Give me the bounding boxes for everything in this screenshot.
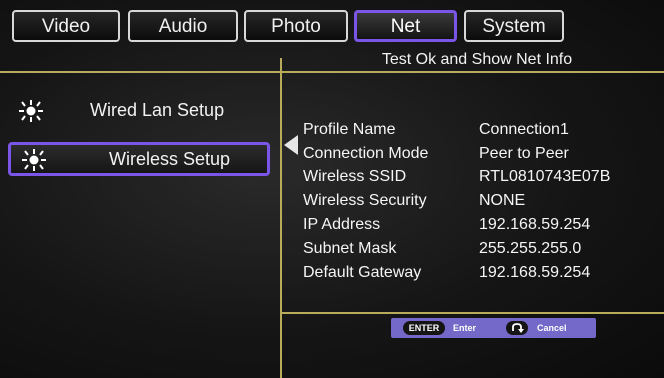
table-row: Subnet Mask 255.255.255.0 bbox=[303, 237, 610, 261]
net-info-table: Profile Name Connection1 Connection Mode… bbox=[303, 118, 610, 285]
top-divider bbox=[0, 71, 664, 73]
menu-item-label: Wired Lan Setup bbox=[90, 100, 225, 120]
table-row: Wireless SSID RTL0810743E07B bbox=[303, 166, 610, 190]
cancel-label: Cancel bbox=[537, 323, 567, 333]
tab-net[interactable]: Net bbox=[354, 10, 457, 42]
info-value: Peer to Peer bbox=[479, 144, 569, 162]
status-subtitle: Test Ok and Show Net Info bbox=[381, 51, 573, 68]
info-key: IP Address bbox=[303, 216, 381, 234]
info-value: 192.168.59.254 bbox=[479, 263, 591, 281]
table-row: Default Gateway 192.168.59.254 bbox=[303, 261, 610, 285]
info-key: Connection Mode bbox=[303, 144, 429, 162]
info-key: Subnet Mask bbox=[303, 239, 397, 257]
info-value: Connection1 bbox=[479, 120, 569, 138]
help-bar: ENTER Enter Cancel bbox=[391, 318, 596, 338]
enter-label: Enter bbox=[453, 323, 477, 333]
menu-item-label: Wireless Setup bbox=[109, 149, 231, 169]
net-setup-screen: Video Audio Photo Net System Test Ok and… bbox=[0, 0, 664, 378]
table-row: Profile Name Connection1 bbox=[303, 118, 610, 142]
menu-item-wireless-setup[interactable]: Wireless Setup bbox=[8, 142, 270, 176]
info-value: 192.168.59.254 bbox=[479, 216, 591, 234]
bottom-divider bbox=[282, 312, 664, 314]
table-row: IP Address 192.168.59.254 bbox=[303, 213, 610, 237]
tab-video[interactable]: Video bbox=[12, 10, 120, 42]
vertical-divider bbox=[280, 58, 282, 378]
left-arrow-icon bbox=[284, 135, 298, 155]
info-key: Profile Name bbox=[303, 120, 396, 138]
info-value: 255.255.255.0 bbox=[479, 239, 582, 257]
info-key: Wireless Security bbox=[303, 192, 427, 210]
return-icon bbox=[506, 321, 528, 335]
table-row: Wireless Security NONE bbox=[303, 189, 610, 213]
info-value: NONE bbox=[479, 192, 526, 210]
menu-item-wired-lan-setup[interactable]: Wired Lan Setup bbox=[8, 96, 270, 130]
info-key: Wireless SSID bbox=[303, 168, 407, 186]
info-value: RTL0810743E07B bbox=[479, 168, 611, 186]
info-key: Default Gateway bbox=[303, 263, 422, 281]
tab-system[interactable]: System bbox=[464, 10, 564, 42]
table-row: Connection Mode Peer to Peer bbox=[303, 142, 610, 166]
enter-key-badge: ENTER bbox=[403, 321, 445, 335]
tab-audio[interactable]: Audio bbox=[128, 10, 238, 42]
sun-icon bbox=[22, 149, 46, 171]
tab-photo[interactable]: Photo bbox=[244, 10, 348, 42]
sun-icon bbox=[19, 100, 43, 122]
